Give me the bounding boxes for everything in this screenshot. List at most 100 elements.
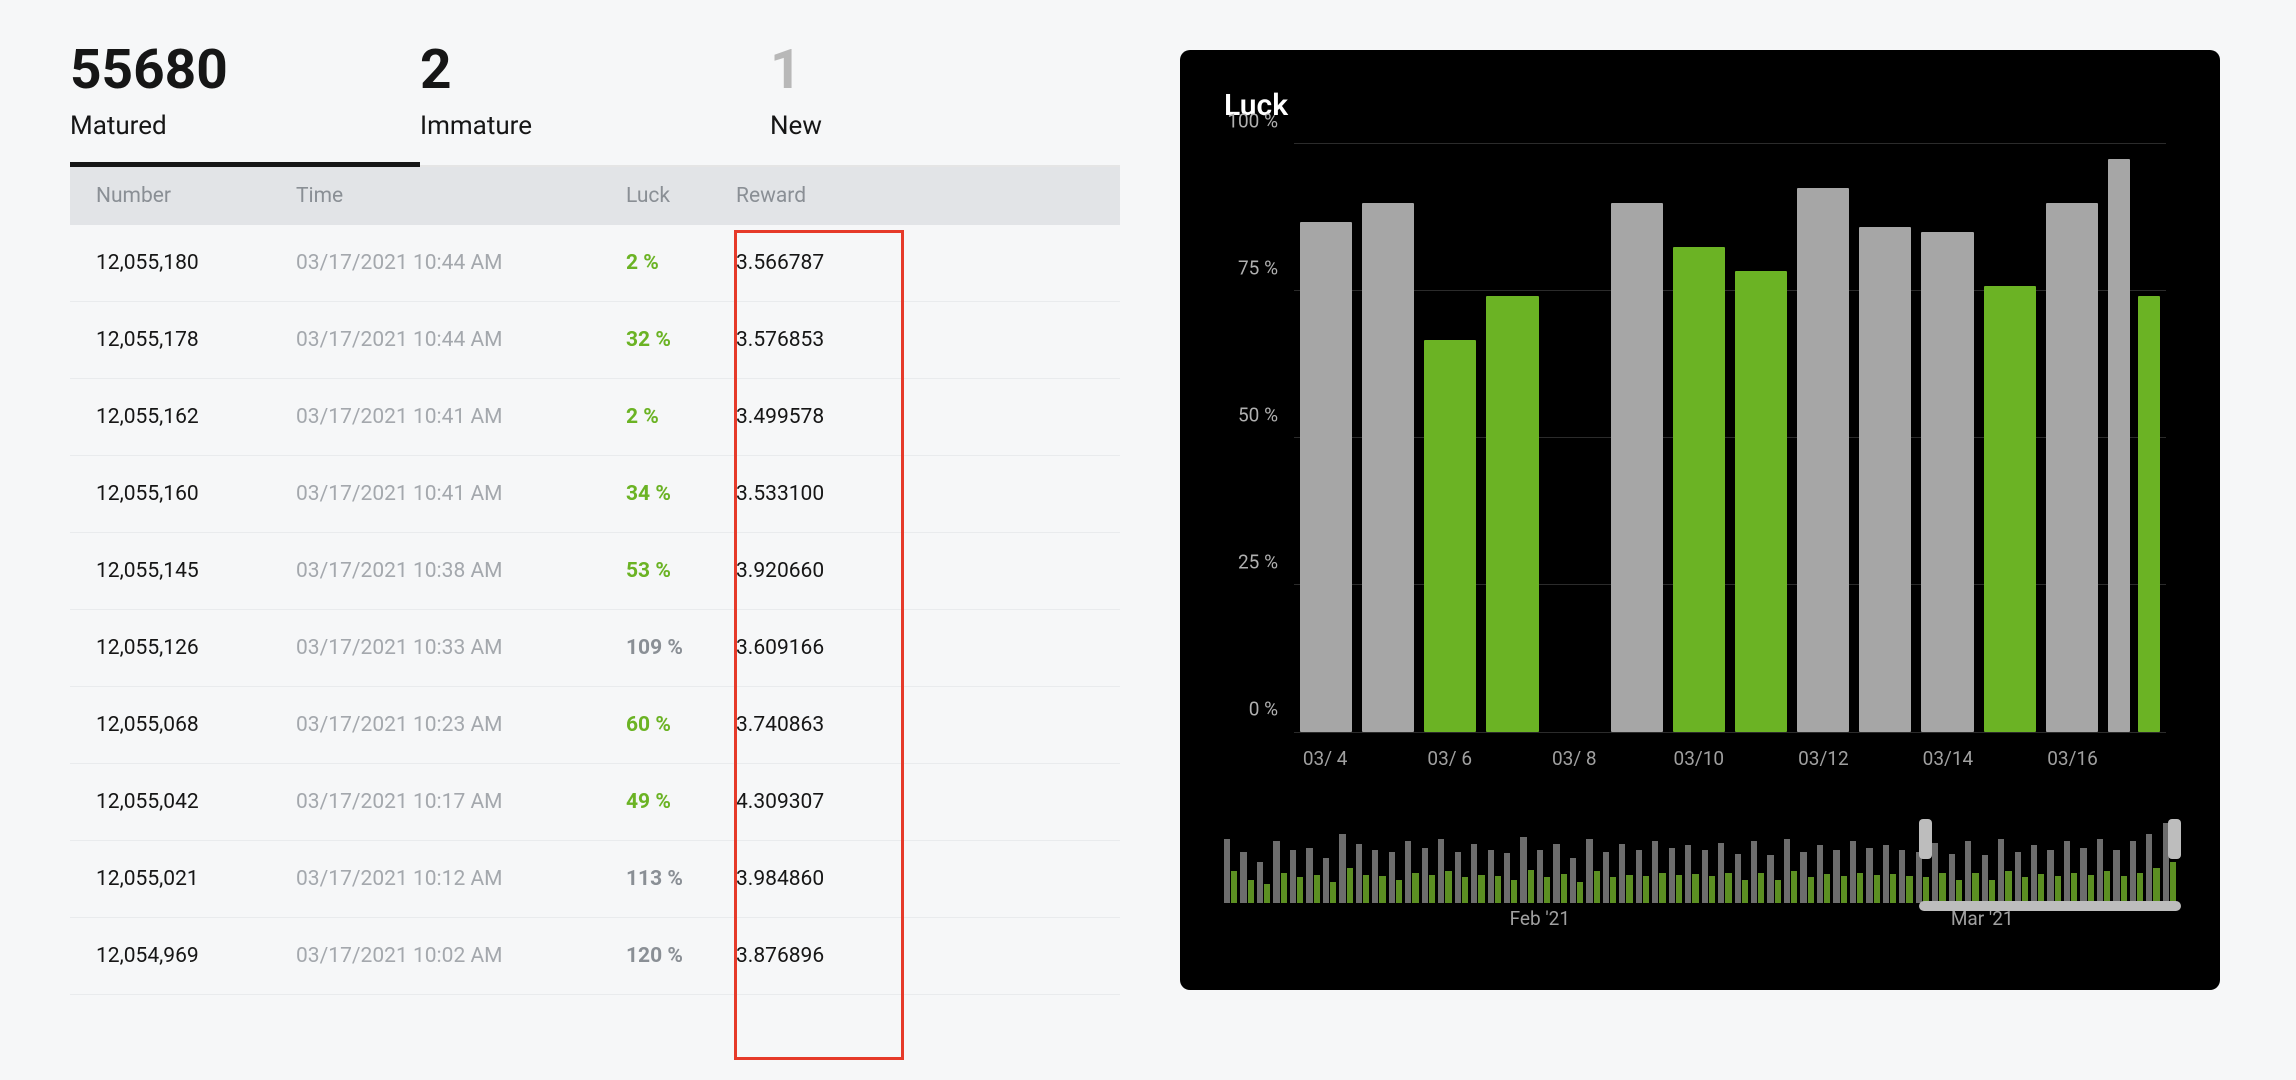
range-selection-bar[interactable] — [1919, 901, 2181, 911]
chart-bar[interactable] — [1859, 227, 1911, 732]
x-tick-label — [1979, 747, 2041, 783]
cell-time: 03/17/2021 10:17 AM — [270, 790, 600, 814]
tab-label: Matured — [70, 111, 420, 141]
cell-number: 12,055,180 — [70, 251, 270, 275]
luck-chart-card: Luck 0 %25 %50 %75 %100 % 03/ 4 03/ 6 03/ … — [1180, 50, 2220, 990]
cell-reward: 3.920660 — [710, 559, 880, 583]
cell-luck: 2 % — [600, 251, 710, 275]
table-row[interactable]: 12,055,16003/17/2021 10:41 AM34 %3.53310… — [70, 456, 1120, 533]
tab-label: New — [770, 111, 1120, 141]
chart-bar[interactable] — [1486, 296, 1538, 732]
x-tick-label: 03/14 — [1917, 747, 1979, 783]
x-tick-label — [2104, 747, 2166, 783]
x-tick-label — [1481, 747, 1543, 783]
cell-number: 12,055,042 — [70, 790, 270, 814]
tab-immature[interactable]: 2 Immature — [420, 40, 770, 165]
cell-reward: 3.566787 — [710, 251, 880, 275]
header-luck: Luck — [600, 184, 710, 208]
x-tick-label: 03/ 8 — [1543, 747, 1605, 783]
chart-bar[interactable] — [1921, 232, 1973, 732]
y-tick-label: 0 % — [1249, 698, 1294, 721]
cell-number: 12,055,068 — [70, 713, 270, 737]
tab-label: Immature — [420, 111, 770, 141]
cell-time: 03/17/2021 10:23 AM — [270, 713, 600, 737]
cell-luck: 34 % — [600, 482, 710, 506]
chart-bar[interactable] — [2138, 296, 2160, 732]
chart-range-selector[interactable]: Feb '21 Mar '21 — [1224, 823, 2176, 933]
cell-reward: 3.533100 — [710, 482, 880, 506]
chart-x-axis: 03/ 403/ 603/ 803/1003/1203/1403/16 — [1294, 733, 2166, 783]
chart-bar[interactable] — [1362, 203, 1414, 732]
range-handle-right[interactable] — [2168, 819, 2181, 859]
tab-count: 1 — [770, 40, 1120, 101]
table-row[interactable]: 12,055,14503/17/2021 10:38 AM53 %3.92066… — [70, 533, 1120, 610]
cell-luck: 53 % — [600, 559, 710, 583]
range-handle-left[interactable] — [1919, 819, 1932, 859]
tab-count: 2 — [420, 40, 770, 101]
table-row[interactable]: 12,055,06803/17/2021 10:23 AM60 %3.74086… — [70, 687, 1120, 764]
x-tick-label — [1356, 747, 1418, 783]
y-tick-label: 100 % — [1227, 110, 1294, 133]
y-tick-label: 25 % — [1238, 551, 1294, 574]
chart-bar[interactable] — [1673, 247, 1725, 732]
tabs: 55680Matured2 Immature1 New — [70, 40, 1120, 167]
cell-reward: 4.309307 — [710, 790, 880, 814]
chart-bar[interactable] — [1611, 203, 1663, 732]
cell-luck: 32 % — [600, 328, 710, 352]
cell-reward: 3.609166 — [710, 636, 880, 660]
cell-luck: 109 % — [600, 636, 710, 660]
chart-bar[interactable] — [1735, 271, 1787, 732]
cell-number: 12,055,162 — [70, 405, 270, 429]
cell-time: 03/17/2021 10:44 AM — [270, 251, 600, 275]
table-row[interactable]: 12,055,12603/17/2021 10:33 AM109 %3.6091… — [70, 610, 1120, 687]
cell-luck: 49 % — [600, 790, 710, 814]
chart-bar[interactable] — [2108, 159, 2130, 732]
x-tick-label: 03/ 4 — [1294, 747, 1356, 783]
chart-bar[interactable] — [1300, 222, 1352, 732]
cell-time: 03/17/2021 10:38 AM — [270, 559, 600, 583]
chart-title: Luck — [1224, 88, 2176, 123]
cell-number: 12,054,969 — [70, 944, 270, 968]
cell-time: 03/17/2021 10:41 AM — [270, 482, 600, 506]
cell-luck: 113 % — [600, 867, 710, 891]
mini-x-label: Feb '21 — [1510, 907, 1570, 933]
cell-luck: 60 % — [600, 713, 710, 737]
x-tick-label — [1855, 747, 1917, 783]
chart-bar[interactable] — [2046, 203, 2098, 732]
cell-time: 03/17/2021 10:33 AM — [270, 636, 600, 660]
table-row[interactable]: 12,055,02103/17/2021 10:12 AM113 %3.9848… — [70, 841, 1120, 918]
cell-number: 12,055,145 — [70, 559, 270, 583]
table-row[interactable]: 12,055,18003/17/2021 10:44 AM2 %3.566787 — [70, 225, 1120, 302]
cell-number: 12,055,126 — [70, 636, 270, 660]
cell-time: 03/17/2021 10:12 AM — [270, 867, 600, 891]
cell-reward: 3.499578 — [710, 405, 880, 429]
header-time: Time — [270, 184, 600, 208]
y-tick-label: 50 % — [1238, 404, 1294, 427]
cell-reward: 3.740863 — [710, 713, 880, 737]
cell-number: 12,055,160 — [70, 482, 270, 506]
table-row[interactable]: 12,055,17803/17/2021 10:44 AM32 %3.57685… — [70, 302, 1120, 379]
x-tick-label: 03/10 — [1668, 747, 1730, 783]
x-tick-label: 03/16 — [2041, 747, 2103, 783]
chart-bar[interactable] — [1797, 188, 1849, 732]
cell-time: 03/17/2021 10:41 AM — [270, 405, 600, 429]
table-row[interactable]: 12,055,16203/17/2021 10:41 AM2 %3.499578 — [70, 379, 1120, 456]
cell-number: 12,055,021 — [70, 867, 270, 891]
chart-bar[interactable] — [1984, 286, 2036, 732]
header-number: Number — [70, 184, 270, 208]
blocks-table: Number Time Luck Reward 12,055,18003/17/… — [70, 167, 1120, 995]
cell-time: 03/17/2021 10:44 AM — [270, 328, 600, 352]
chart-plot-area[interactable]: 0 %25 %50 %75 %100 % — [1294, 143, 2166, 733]
cell-reward: 3.876896 — [710, 944, 880, 968]
tab-new[interactable]: 1 New — [770, 40, 1120, 165]
x-tick-label: 03/ 6 — [1419, 747, 1481, 783]
table-row[interactable]: 12,054,96903/17/2021 10:02 AM120 %3.8768… — [70, 918, 1120, 995]
cell-reward: 3.984860 — [710, 867, 880, 891]
tab-matured[interactable]: 55680Matured — [70, 40, 420, 165]
chart-bar[interactable] — [1424, 340, 1476, 732]
cell-luck: 120 % — [600, 944, 710, 968]
cell-time: 03/17/2021 10:02 AM — [270, 944, 600, 968]
x-tick-label — [1730, 747, 1792, 783]
table-row[interactable]: 12,055,04203/17/2021 10:17 AM49 %4.30930… — [70, 764, 1120, 841]
cell-luck: 2 % — [600, 405, 710, 429]
